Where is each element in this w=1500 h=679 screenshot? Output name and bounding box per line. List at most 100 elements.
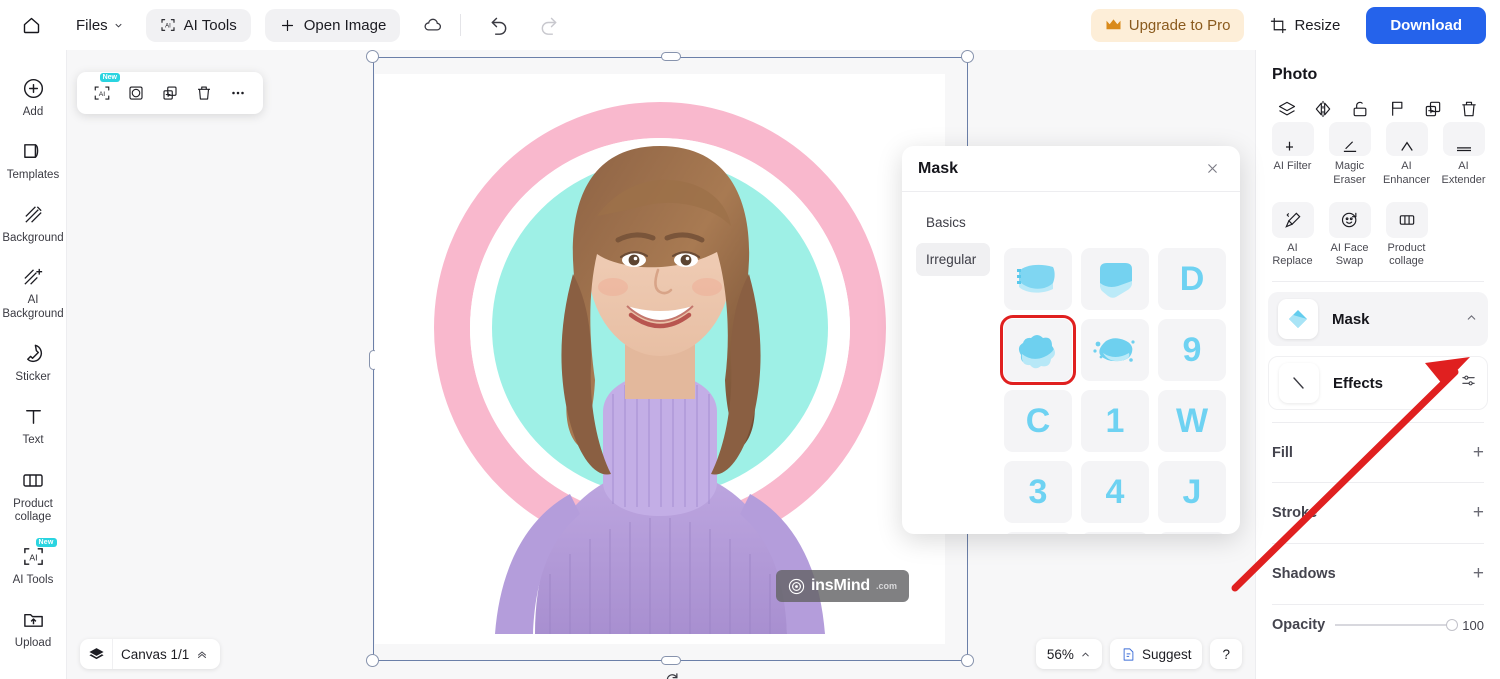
mask-thumb-brush-sweep[interactable]	[1004, 248, 1072, 310]
tool-ai-replace[interactable]: AI Replace	[1266, 201, 1319, 270]
tool-ai-extender[interactable]: AI Extender	[1437, 122, 1490, 194]
bottom-left-controls: Canvas 1/1	[80, 639, 221, 669]
zoom-control[interactable]: 56%	[1035, 639, 1102, 669]
help-button[interactable]: ?	[1210, 639, 1242, 669]
mask-thumb-letter-4[interactable]: 4	[1081, 461, 1149, 523]
mask-thumb-letter-p[interactable]: P	[1158, 532, 1226, 534]
mask-dialog: Mask Basics Irregular D 9 C 1 W 3 4 J	[902, 146, 1240, 534]
opacity-row[interactable]: Opacity 100	[1272, 605, 1484, 645]
effects-settings-icon[interactable]	[1460, 372, 1477, 394]
sidebar-item-ai-tools[interactable]: New AI AI Tools	[0, 536, 66, 597]
download-button[interactable]: Download	[1366, 6, 1486, 44]
resize-handle-top-center[interactable]	[661, 52, 681, 61]
opacity-slider-knob[interactable]	[1446, 619, 1459, 631]
sidebar-item-ai-background[interactable]: AI Background	[0, 256, 66, 331]
crop-shape-icon[interactable]	[121, 79, 151, 107]
mask-thumb-letter-j[interactable]: J	[1158, 461, 1226, 523]
templates-icon	[23, 143, 38, 158]
mask-thumb-letter-i[interactable]: I	[1004, 532, 1072, 534]
suggest-label: Suggest	[1141, 646, 1192, 662]
mask-thumb-cloud-blob[interactable]	[1000, 315, 1076, 385]
ai-tools-icon[interactable]: New AI	[87, 73, 120, 107]
undo-icon[interactable]	[481, 7, 517, 43]
tool-magic-eraser[interactable]: Magic Eraser	[1323, 122, 1376, 194]
mask-thumb-rounded-blob[interactable]	[1081, 248, 1149, 310]
new-badge: New	[99, 73, 120, 82]
resize-handle-bottom-left[interactable]	[366, 654, 379, 667]
flip-icon[interactable]	[1310, 96, 1336, 122]
shadows-row[interactable]: Shadows +	[1272, 544, 1484, 605]
align-icon[interactable]	[1383, 96, 1409, 122]
ai-tools-button[interactable]: AI AI Tools	[145, 8, 251, 42]
plus-icon[interactable]: +	[1473, 563, 1484, 585]
mask-thumb-letter-d[interactable]: D	[1158, 248, 1226, 310]
mask-thumb-splat[interactable]	[1081, 319, 1149, 381]
sidebar-item-add[interactable]: Add	[0, 68, 66, 129]
lock-icon[interactable]	[1347, 96, 1373, 122]
tool-ai-filter[interactable]: AI Filter	[1266, 122, 1319, 194]
opacity-slider[interactable]	[1335, 619, 1459, 631]
mask-thumb-letter-w[interactable]: W	[1158, 390, 1226, 452]
sidebar-item-background[interactable]: Background	[0, 194, 66, 255]
resize-handle-bottom-center[interactable]	[661, 656, 681, 665]
mask-thumb-letter-9[interactable]: 9	[1158, 319, 1226, 381]
mask-thumb-letter-u[interactable]: U	[1081, 532, 1149, 534]
plus-icon[interactable]: +	[1473, 502, 1484, 524]
ai-face-swap-icon	[1328, 201, 1371, 238]
open-image-button[interactable]: Open Image	[264, 8, 401, 42]
artboard[interactable]: insMind .com	[375, 74, 945, 644]
sidebar-item-label: AI Tools	[12, 574, 54, 587]
mask-thumb-letter-1[interactable]: 1	[1081, 390, 1149, 452]
home-icon[interactable]	[14, 8, 48, 42]
mask-category-irregular[interactable]: Irregular	[916, 243, 990, 276]
sidebar-item-upload[interactable]: Upload	[0, 599, 66, 660]
stroke-row[interactable]: Stroke +	[1272, 483, 1484, 544]
mask-thumb-letter-3[interactable]: 3	[1004, 461, 1072, 523]
fill-row[interactable]: Fill +	[1272, 422, 1484, 483]
cloud-save-icon[interactable]	[414, 7, 450, 43]
files-menu[interactable]: Files	[68, 11, 132, 40]
portrait-photo[interactable]	[375, 74, 945, 644]
chevron-up-icon[interactable]	[1465, 311, 1478, 327]
chevron-up-icon	[198, 651, 207, 658]
duplicate-icon[interactable]	[1420, 96, 1446, 122]
resize-handle-top-left[interactable]	[366, 50, 379, 63]
resize-button[interactable]: Resize	[1258, 9, 1352, 42]
sidebar-item-product-collage[interactable]: Product collage	[0, 459, 66, 535]
tool-product-collage[interactable]: Product collage	[1380, 201, 1433, 270]
sidebar-item-templates[interactable]: Templates	[0, 131, 66, 192]
crown-icon	[1106, 19, 1121, 30]
resize-handle-top-right[interactable]	[961, 50, 974, 63]
sidebar-item-text[interactable]: Text	[0, 396, 66, 457]
svg-text:AI: AI	[165, 24, 171, 30]
panel-title: Photo	[1272, 66, 1318, 83]
chevron-up-icon	[1082, 651, 1089, 656]
tool-ai-face-swap[interactable]: AI Face Swap	[1323, 201, 1376, 270]
layers-icon[interactable]	[1274, 96, 1300, 122]
redo-icon[interactable]	[531, 7, 567, 43]
svg-text:AI: AI	[29, 553, 37, 563]
duplicate-icon[interactable]	[155, 79, 185, 107]
more-options-icon[interactable]	[223, 79, 253, 107]
top-toolbar: Files AI AI Tools Open Image Upgrade to …	[0, 0, 1500, 50]
sidebar-item-sticker[interactable]: Sticker	[0, 333, 66, 394]
close-icon[interactable]	[1200, 157, 1224, 181]
mask-thumb-letter-c[interactable]: C	[1004, 390, 1072, 452]
insmind-logo-icon	[788, 578, 805, 594]
panel-divider	[1272, 281, 1484, 282]
effects-section-card[interactable]: Effects	[1268, 356, 1488, 410]
chevron-down-icon[interactable]	[1437, 375, 1450, 391]
delete-icon[interactable]	[189, 79, 219, 107]
mask-section-card[interactable]: Mask	[1268, 292, 1488, 346]
tool-ai-enhancer[interactable]: AI Enhancer	[1380, 122, 1433, 194]
mask-category-basics[interactable]: Basics	[916, 206, 990, 239]
tool-label: AI Filter	[1273, 160, 1312, 172]
delete-icon[interactable]	[1456, 96, 1482, 122]
plus-icon[interactable]: +	[1473, 442, 1484, 464]
resize-handle-bottom-right[interactable]	[961, 654, 974, 667]
rotate-handle[interactable]	[663, 670, 681, 679]
upgrade-to-pro-button[interactable]: Upgrade to Pro	[1090, 8, 1245, 42]
suggest-button[interactable]: Suggest	[1109, 639, 1203, 669]
canvas-selector[interactable]: Canvas 1/1	[112, 639, 220, 669]
layers-icon[interactable]	[80, 646, 112, 663]
